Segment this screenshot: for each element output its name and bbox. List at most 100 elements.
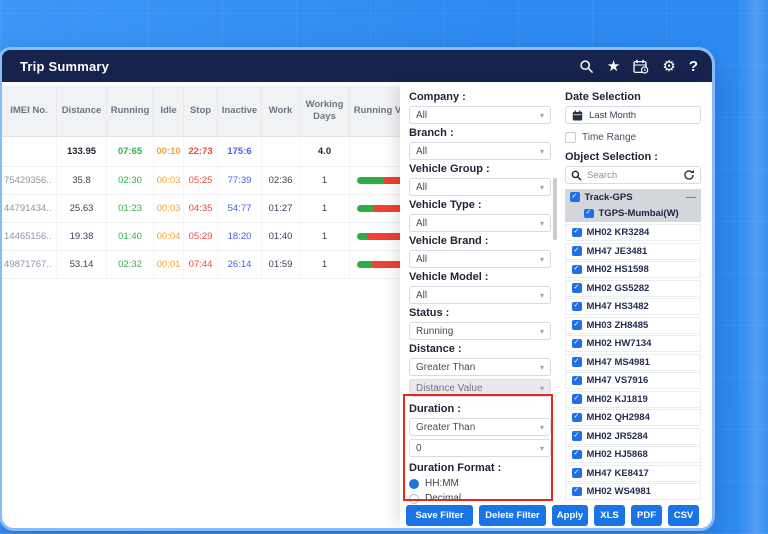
duration-value-dropdown[interactable]: 0 ▾ [409, 439, 551, 457]
time-range-toggle[interactable]: Time Range [565, 131, 701, 144]
tree-group-track-gps[interactable]: Track-GPS — [565, 189, 701, 205]
action-buttons-row: Save Filter Delete Filter Apply XLS PDF CSV [406, 505, 706, 526]
vehicle-label: MH47 JE3481 [587, 246, 648, 257]
filter-label: Company : [409, 91, 560, 103]
cell-working-days: 1 [300, 167, 350, 194]
filter-dropdown-vehicle-brand[interactable]: All ▾ [409, 250, 551, 268]
vehicle-row[interactable]: MH47 HS3482 [565, 298, 701, 315]
distance-filter: Distance : Greater Than ▾ Distance Value… [409, 343, 560, 397]
duration-format-decimal[interactable]: Decimal [409, 492, 560, 505]
vehicle-row[interactable]: MH03 ZH8485 [565, 317, 701, 334]
report-schedule-icon[interactable] [633, 59, 649, 74]
checkbox-checked-icon[interactable] [572, 413, 582, 423]
duration-operator-dropdown[interactable]: Greater Than ▾ [409, 418, 551, 436]
content-area: IMEI No.DistanceRunningIdleStopInactiveW… [2, 82, 712, 528]
vehicle-row[interactable]: MH02 HS1598 [565, 261, 701, 278]
cell-imei: 49871767.. [2, 251, 57, 278]
checkbox-checked-icon[interactable] [572, 228, 582, 238]
running-vs-stop-bar [357, 177, 402, 184]
checkbox-checked-icon[interactable] [572, 302, 582, 312]
checkbox-checked-icon[interactable] [572, 487, 582, 497]
checkbox-checked-icon[interactable] [572, 376, 582, 386]
filter-field: Vehicle Brand : All ▾ [409, 235, 560, 268]
filter-dropdown-vehicle-model[interactable]: All ▾ [409, 286, 551, 304]
cell-imei: 75429356.. [2, 167, 57, 194]
filter-field: Status : Running ▾ [409, 307, 560, 340]
collapse-icon[interactable]: — [686, 192, 696, 203]
filter-panel: Company : All ▾ Branch : All ▾ Vehicle G… [400, 82, 712, 528]
vehicle-row[interactable]: MH47 KE8417 [565, 465, 701, 482]
checkbox-unchecked-icon[interactable] [565, 132, 576, 143]
help-icon[interactable]: ? [689, 59, 698, 74]
xls-button[interactable]: XLS [594, 505, 625, 526]
save-filter-button[interactable]: Save Filter [406, 505, 473, 526]
checkbox-checked-icon[interactable] [572, 265, 582, 275]
checkbox-checked-icon[interactable] [572, 450, 582, 460]
filter-dropdown-branch[interactable]: All ▾ [409, 142, 551, 160]
vehicle-row[interactable]: MH02 KJ1819 [565, 391, 701, 408]
refresh-icon[interactable] [683, 169, 695, 181]
totals-bar-cell [350, 137, 402, 166]
search-input[interactable] [587, 170, 678, 181]
distance-operator-dropdown[interactable]: Greater Than ▾ [409, 358, 551, 376]
radio-unselected-icon[interactable] [409, 494, 419, 504]
vehicle-row[interactable]: MH02 JR5284 [565, 428, 701, 445]
filter-dropdown-status[interactable]: Running ▾ [409, 322, 551, 340]
apply-button[interactable]: Apply [552, 505, 588, 526]
vehicle-row[interactable]: MH47 JE3481 [565, 243, 701, 260]
vehicle-label: MH02 KR3284 [587, 227, 650, 238]
vehicle-label: MH02 WS4981 [587, 486, 651, 497]
vehicle-row[interactable]: MH02 GS5282 [565, 280, 701, 297]
cell-stop: 05:25 [184, 167, 218, 194]
filter-label: Branch : [409, 127, 560, 139]
cell-work: 01:40 [262, 223, 300, 250]
checkbox-checked-icon[interactable] [572, 320, 582, 330]
vehicle-row[interactable]: MH02 HW7134 [565, 335, 701, 352]
filter-field: Vehicle Model : All ▾ [409, 271, 560, 304]
delete-filter-button[interactable]: Delete Filter [479, 505, 546, 526]
search-icon[interactable] [579, 59, 594, 74]
date-range-picker[interactable]: Last Month [565, 106, 701, 124]
chevron-down-icon: ▾ [540, 147, 544, 156]
pdf-button[interactable]: PDF [631, 505, 662, 526]
column-header: Running [107, 86, 154, 136]
checkbox-checked-icon[interactable] [572, 246, 582, 256]
filter-dropdown-company[interactable]: All ▾ [409, 106, 551, 124]
checkbox-checked-icon[interactable] [572, 283, 582, 293]
checkbox-checked-icon[interactable] [570, 192, 580, 202]
checkbox-checked-icon[interactable] [572, 468, 582, 478]
favorites-star-icon[interactable]: ★ [607, 59, 620, 74]
duration-format-hhmm[interactable]: HH:MM [409, 477, 560, 490]
filter-dropdown-vehicle-group[interactable]: All ▾ [409, 178, 551, 196]
chevron-down-icon: ▾ [540, 444, 544, 453]
cell-work: 02:36 [262, 167, 300, 194]
checkbox-checked-icon[interactable] [584, 209, 594, 219]
cell-distance: 19.38 [57, 223, 107, 250]
radio-selected-icon[interactable] [409, 479, 419, 489]
settings-gear-icon[interactable]: ⚙ [662, 59, 675, 74]
vehicle-row[interactable]: MH47 MS4981 [565, 354, 701, 371]
checkbox-checked-icon[interactable] [572, 339, 582, 349]
search-icon [571, 170, 582, 181]
distance-value-dropdown[interactable]: Distance Value ▾ [409, 379, 551, 397]
vehicle-row[interactable]: MH02 WS4981 [565, 483, 701, 500]
checkbox-checked-icon[interactable] [572, 394, 582, 404]
filter-scrollbar[interactable] [553, 178, 557, 240]
table-header-row: IMEI No.DistanceRunningIdleStopInactiveW… [2, 86, 402, 137]
cell-work: 01:59 [262, 251, 300, 278]
column-header: Distance [57, 86, 107, 136]
vehicle-row[interactable]: MH02 HJ5868 [565, 446, 701, 463]
vehicle-row[interactable]: MH02 KR3284 [565, 224, 701, 241]
filter-label: Vehicle Group : [409, 163, 560, 175]
tree-subgroup-tgps-mumbai[interactable]: TGPS-Mumbai(W) [565, 205, 701, 222]
csv-button[interactable]: CSV [668, 505, 699, 526]
cell-stop: 07:44 [184, 251, 218, 278]
vehicle-row[interactable]: MH47 VS7916 [565, 372, 701, 389]
table-row: 14465156.. 19.38 01:40 00:04 05:29 18:20… [2, 223, 402, 251]
cell-running-vs-stop [350, 167, 402, 194]
vehicle-row[interactable]: MH02 QH2984 [565, 409, 701, 426]
checkbox-checked-icon[interactable] [572, 431, 582, 441]
filter-dropdown-vehicle-type[interactable]: All ▾ [409, 214, 551, 232]
table-row: 49871767.. 53.14 02:32 00:01 07:44 26:14… [2, 251, 402, 279]
checkbox-checked-icon[interactable] [572, 357, 582, 367]
